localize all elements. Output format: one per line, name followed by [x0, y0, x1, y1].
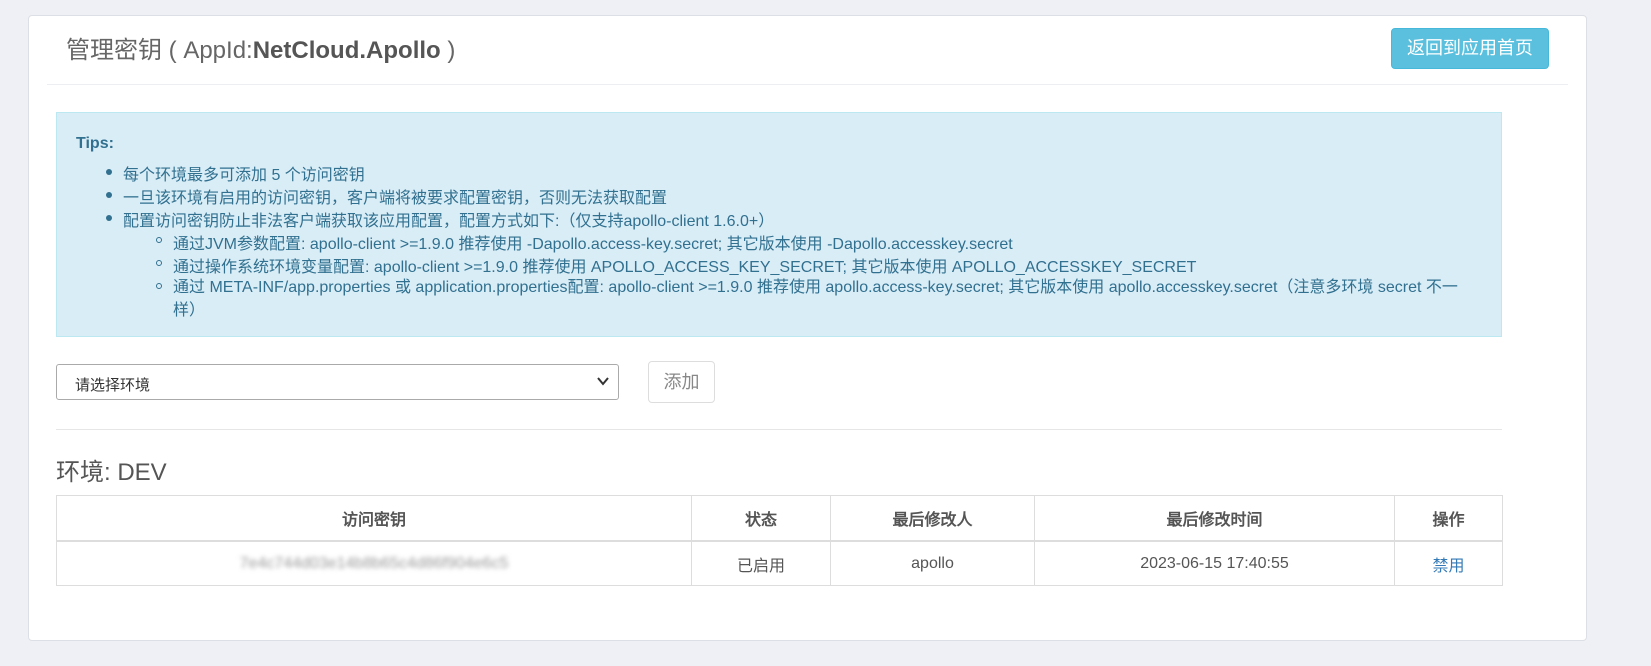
modified-time-cell: 2023-06-15 17:40:55 — [1034, 540, 1395, 586]
environment-select[interactable]: 请选择环境 — [56, 364, 619, 400]
title-suffix: ) — [440, 37, 456, 64]
column-header-action: 操作 — [1394, 495, 1503, 542]
tip-item: 配置访问密钥防止非法客户端获取该应用配置，配置方式如下:（仅支持apollo-c… — [105, 207, 774, 231]
column-header-modified-time: 最后修改时间 — [1034, 495, 1395, 542]
table-row: 7e4c744d03e14b8b65c4d86f904e6c5 已启用 apol… — [56, 540, 1503, 586]
add-button[interactable]: 添加 — [648, 361, 715, 403]
tip-item: 每个环境最多可添加 5 个访问密钥 — [106, 161, 365, 185]
tip-subitem: 通过操作系统环境变量配置: apollo-client >=1.9.0 推荐使用… — [155, 253, 1196, 277]
column-header-status: 状态 — [691, 495, 831, 542]
app-id: NetCloud.Apollo — [252, 37, 441, 64]
action-cell: 禁用 — [1394, 540, 1503, 586]
tip-item: 一旦该环境有启用的访问密钥，客户端将被要求配置密钥，否则无法获取配置 — [105, 184, 667, 208]
title-prefix: 管理密钥 ( AppId: — [66, 37, 253, 64]
back-to-app-home-button[interactable]: 返回到应用首页 — [1391, 28, 1549, 69]
tip-subitem: 通过JVM参数配置: apollo-client >=1.9.0 推荐使用 -D… — [156, 230, 1013, 254]
environment-title: 环境: DEV — [56, 459, 167, 486]
modifier-cell: apollo — [830, 540, 1035, 586]
chevron-down-icon — [596, 371, 610, 394]
status-cell: 已启用 — [691, 540, 831, 586]
secret-cell: 7e4c744d03e14b8b65c4d86f904e6c5 — [56, 540, 692, 586]
secret-value: 7e4c744d03e14b8b65c4d86f904e6c5 — [239, 554, 509, 572]
disable-link[interactable]: 禁用 — [1432, 558, 1464, 575]
divider — [56, 429, 1502, 430]
page-title: 管理密钥 ( AppId:NetCloud.Apollo ) — [66, 30, 455, 65]
column-header-modifier: 最后修改人 — [830, 495, 1035, 542]
panel-header: 管理密钥 ( AppId:NetCloud.Apollo ) 返回到应用首页 — [47, 16, 1568, 85]
environment-select-value: 请选择环境 — [75, 377, 151, 394]
tips-box: Tips: 每个环境最多可添加 5 个访问密钥 一旦该环境有启用的访问密钥，客户… — [56, 112, 1502, 337]
access-key-table: 访问密钥 状态 最后修改人 最后修改时间 操作 7e4c744d03e14b8b… — [56, 495, 1503, 586]
tip-subitem: 通过 META-INF/app.properties 或 application… — [156, 276, 1458, 322]
table-header-row: 访问密钥 状态 最后修改人 最后修改时间 操作 — [56, 495, 1503, 542]
column-header-secret: 访问密钥 — [56, 495, 692, 542]
tips-title: Tips: — [76, 135, 114, 152]
